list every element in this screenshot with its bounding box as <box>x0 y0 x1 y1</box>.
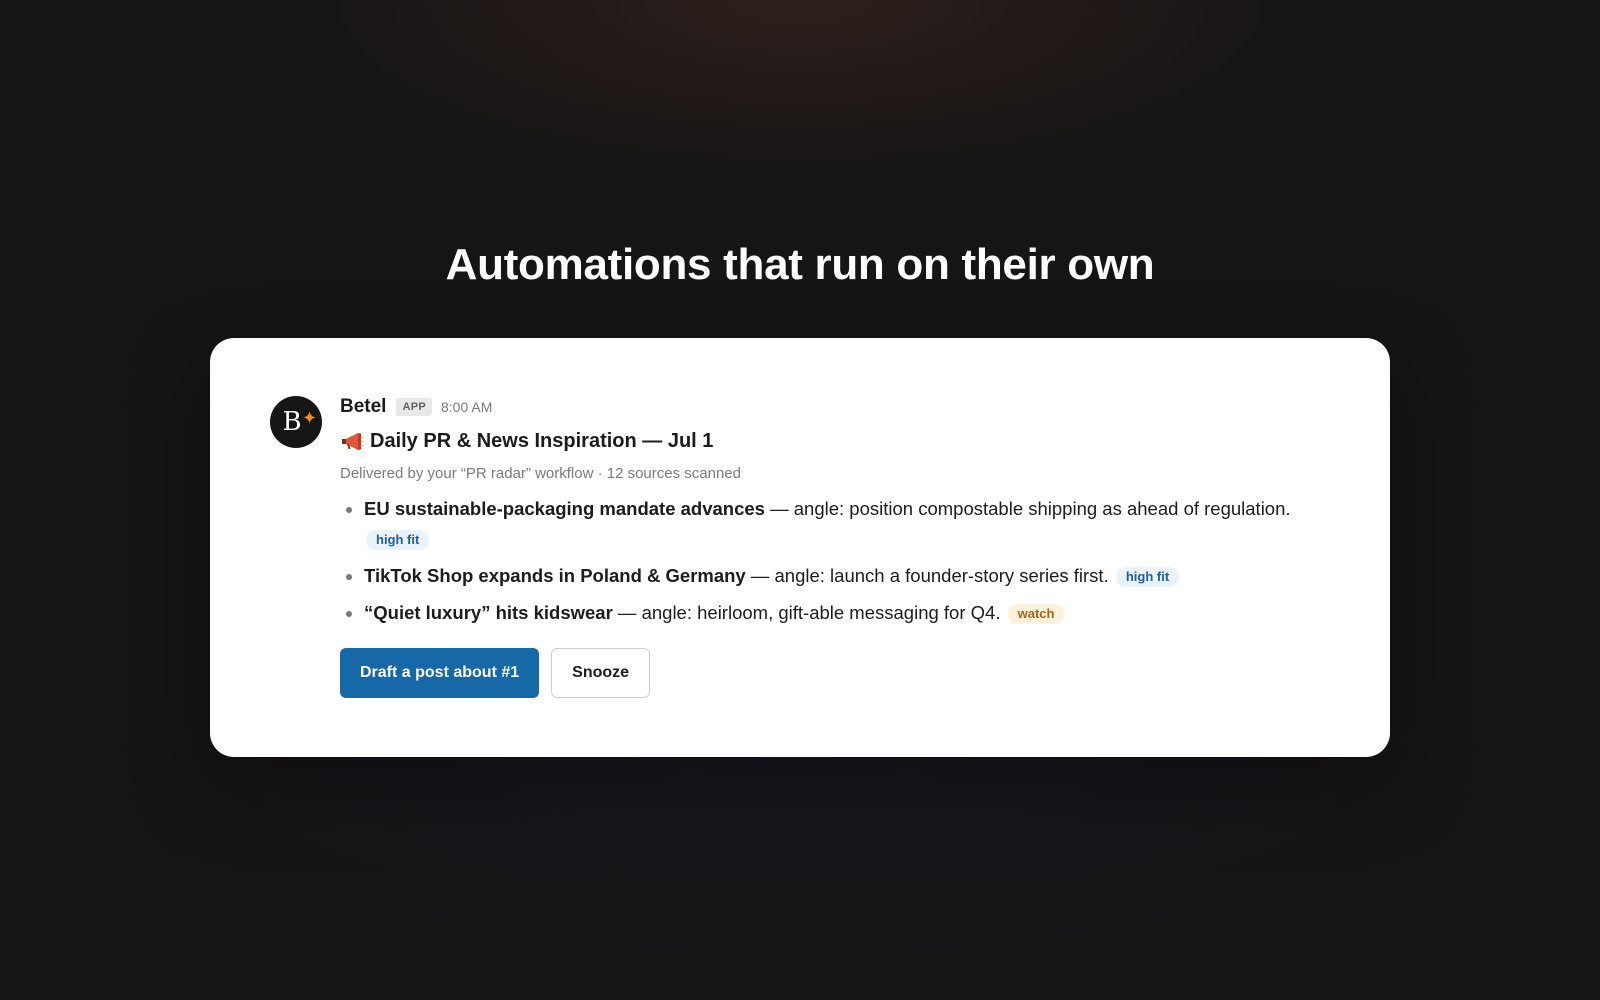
watch-tag: watch <box>1007 604 1065 624</box>
fit-tag: high fit <box>1115 567 1180 587</box>
bullet-icon <box>346 611 352 617</box>
message-title: Daily PR & News Inspiration — Jul 1 <box>340 427 1330 455</box>
bullet-icon <box>346 574 352 580</box>
snooze-button[interactable]: Snooze <box>551 648 651 698</box>
list-item: EU sustainable-packaging mandate advance… <box>340 494 1330 554</box>
item-headline: “Quiet luxury” hits kidswear <box>364 602 613 623</box>
message-subtitle: Delivered by your “PR radar” workflow · … <box>340 465 741 482</box>
list-item: TikTok Shop expands in Poland & Germany … <box>340 561 1330 591</box>
fit-tag: high fit <box>366 530 430 550</box>
message-body: Betel APP 8:00 AM Daily PR & News Inspir… <box>340 394 1330 698</box>
news-list: EU sustainable-packaging mandate advance… <box>340 494 1330 628</box>
item-angle: — angle: position compostable shipping a… <box>764 498 1291 519</box>
avatar-letter: B <box>282 407 302 437</box>
item-angle: — angle: launch a founder-story series f… <box>745 565 1109 586</box>
item-headline: EU sustainable-packaging mandate advance… <box>364 498 765 519</box>
message-title-text: Daily PR & News Inspiration — Jul 1 <box>370 429 714 452</box>
list-item: “Quiet luxury” hits kidswear — angle: he… <box>340 598 1330 628</box>
draft-post-button[interactable]: Draft a post about #1 <box>340 648 540 698</box>
sparkle-icon: ✦ <box>302 408 318 428</box>
sender-name[interactable]: Betel <box>340 396 386 418</box>
message-meta: Betel APP 8:00 AM <box>340 394 1330 420</box>
page-headline: Automations that run on their own <box>445 240 1155 289</box>
message-actions: Draft a post about #1 Snooze <box>340 648 1330 698</box>
bullet-icon <box>346 507 352 513</box>
avatar[interactable]: B ✦ <box>270 396 322 448</box>
message-card: B ✦ Betel APP 8:00 AM Daily PR & News In… <box>210 338 1390 757</box>
message-timestamp[interactable]: 8:00 AM <box>441 399 492 415</box>
item-headline: TikTok Shop expands in Poland & Germany <box>364 565 746 586</box>
app-badge: APP <box>396 398 432 416</box>
item-angle: — angle: heirloom, gift-able messaging f… <box>612 602 1001 623</box>
megaphone-icon <box>340 431 364 451</box>
